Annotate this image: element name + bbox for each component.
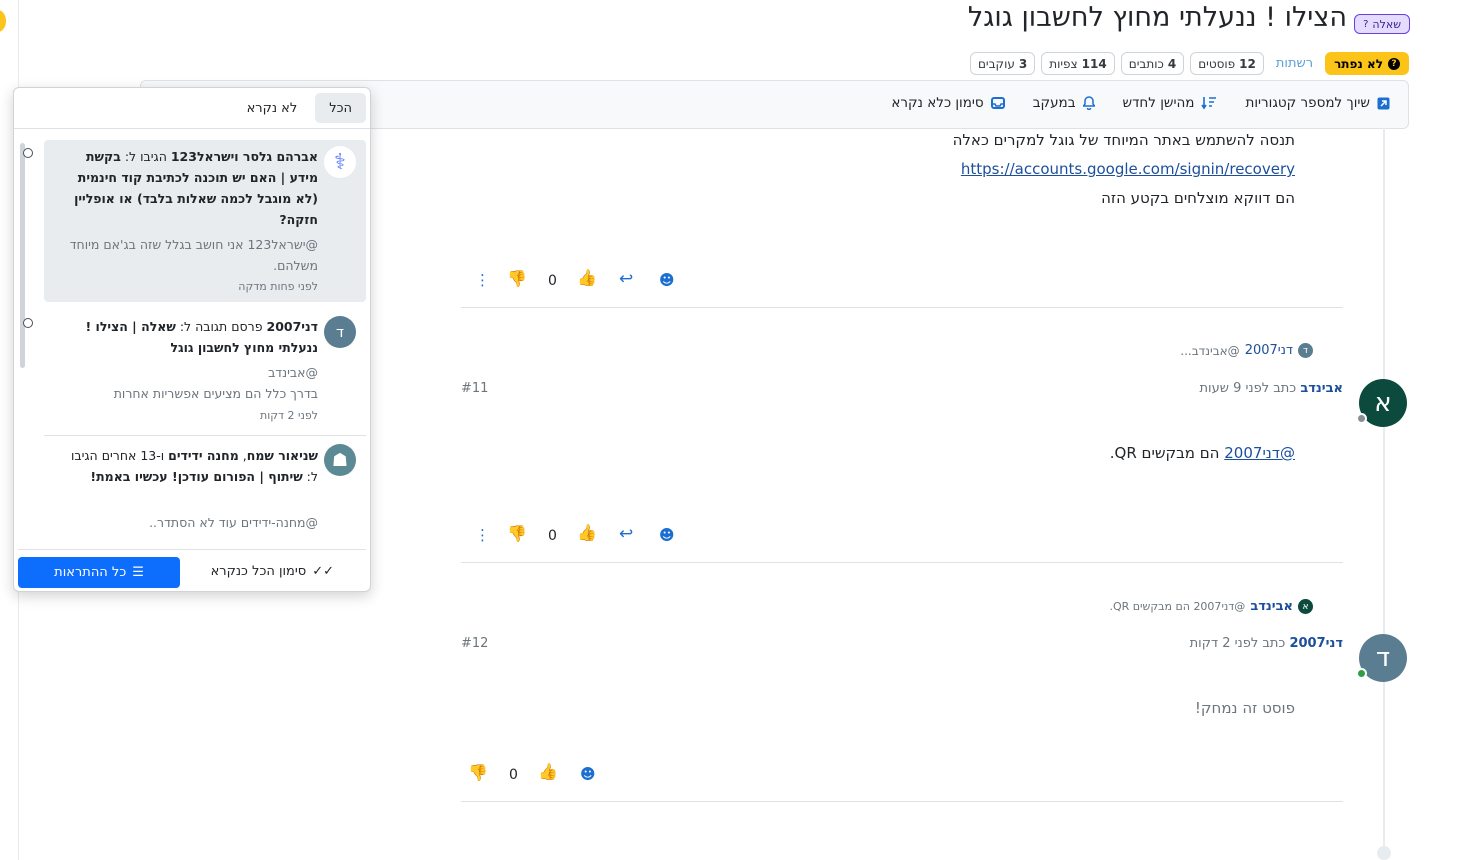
tab-unread[interactable]: לא נקרא bbox=[233, 93, 312, 123]
double-check-icon: ✓✓ bbox=[312, 564, 334, 579]
sort-icon bbox=[1201, 96, 1217, 110]
stat-views: 114 צפיות bbox=[1041, 52, 1115, 75]
mini-avatar: א bbox=[1298, 599, 1313, 614]
post-actions: ⋮ 👎 0 👍 ↩ ☻ bbox=[461, 523, 691, 549]
post-divider bbox=[461, 801, 1343, 802]
question-icon: ? bbox=[1363, 18, 1369, 30]
all-notifications-button[interactable]: ☰ כל ההתראות bbox=[18, 557, 180, 588]
notification-text: שניאור שמח, מחנה ידידים ו-13 אחרים הגיבו… bbox=[70, 448, 318, 484]
post-divider bbox=[461, 562, 1343, 563]
timeline-line bbox=[1383, 128, 1385, 860]
list-icon: ☰ bbox=[132, 565, 144, 580]
post-author[interactable]: דני2007 bbox=[1289, 636, 1343, 651]
recovery-link[interactable]: https://accounts.google.com/signin/recov… bbox=[961, 160, 1295, 178]
tag-link[interactable]: רשתות bbox=[1270, 56, 1319, 71]
reply-ref-author: אבינדב bbox=[1250, 599, 1293, 614]
notification-item[interactable]: ☗ שניאור שמח, מחנה ידידים ו-13 אחרים הגי… bbox=[44, 438, 366, 543]
upvote-icon[interactable]: 👍 bbox=[538, 762, 558, 781]
reply-ref-excerpt: @אבינדב... bbox=[1180, 343, 1240, 358]
notification-excerpt: בדרך כלל הם מציעים אפשריות אחרות bbox=[113, 386, 318, 401]
vote-count: 0 bbox=[509, 767, 518, 783]
tab-all[interactable]: הכל bbox=[315, 93, 366, 123]
notification-item[interactable]: ⚕ אברהם גלסר וישראל123 הגיבו ל: בקשת מיד… bbox=[23, 140, 366, 302]
post-menu-icon[interactable]: ⋮ bbox=[475, 271, 490, 289]
notification-excerpt: @ישראל123 אני חושב בגלל שזה בג'אם מיוחד … bbox=[69, 237, 318, 273]
post-line: הם דווקא מוצלחים בקטע הזה bbox=[1101, 189, 1295, 207]
emoji-icon[interactable]: ☻ bbox=[659, 271, 675, 289]
divider bbox=[18, 549, 366, 550]
post-author-line: דני2007 כתב לפני 2 דקות bbox=[1190, 636, 1343, 651]
post-menu-icon[interactable]: ⋮ bbox=[475, 526, 490, 544]
reply-ref-excerpt: @דני2007 הם מבקשים QR. bbox=[1109, 600, 1246, 613]
avatar: ד bbox=[324, 316, 356, 348]
vote-count: 0 bbox=[548, 273, 557, 289]
inbox-icon bbox=[990, 97, 1005, 109]
question-badge-label: שאלה bbox=[1372, 17, 1401, 31]
emoji-icon[interactable]: ☻ bbox=[659, 526, 675, 544]
notification-time: לפני פחות מדקה bbox=[238, 280, 318, 293]
post-author[interactable]: אבינדב bbox=[1300, 381, 1343, 396]
notification-item[interactable]: ד דני2007 פרסם תגובה ל: שאלה | הצילו ! נ… bbox=[23, 308, 366, 436]
post-meta: כתב לפני 9 שעות bbox=[1199, 381, 1297, 396]
page-title: הצילו ! ננעלתי מחוץ לחשבון גוגל bbox=[967, 2, 1347, 33]
offline-status-dot bbox=[1356, 413, 1367, 424]
notification-tabs: הכל לא נקרא bbox=[233, 93, 366, 123]
notification-excerpt: @אבינדב bbox=[268, 365, 318, 380]
mark-all-read-button[interactable]: ✓✓ סימון הכל כנקרא bbox=[211, 564, 334, 579]
post-author-line: אבינדב כתב לפני 9 שעות bbox=[1199, 381, 1343, 396]
bell-icon bbox=[1082, 96, 1095, 110]
notifications-dropdown: הכל לא נקרא ⚕ אברהם גלסר וישראל123 הגיבו… bbox=[13, 87, 371, 592]
hacker-avatar-icon: ☗ bbox=[324, 444, 356, 476]
unsolved-label: לא נפתר bbox=[1334, 56, 1383, 71]
mini-avatar: ד bbox=[1298, 343, 1313, 358]
scrollbar-thumb[interactable] bbox=[20, 143, 25, 368]
post-body: @דני2007 הם מבקשים QR. bbox=[1109, 444, 1295, 462]
mark-unread-button[interactable]: סימון כלא נקרא bbox=[891, 95, 1005, 111]
topic-stats: ? לא נפתר רשתות 12 פוסטים 4 כותבים 114 צפיו… bbox=[969, 52, 1409, 75]
downvote-icon[interactable]: 👎 bbox=[468, 763, 488, 782]
external-link-icon bbox=[1377, 97, 1390, 110]
downvote-icon[interactable]: 👎 bbox=[507, 524, 527, 543]
reply-icon[interactable]: ↩ bbox=[619, 269, 633, 289]
notification-excerpt: @מחנה-ידידים עוד לא הסתדר.. bbox=[149, 515, 318, 530]
categories-button[interactable]: שיוך למספר קטגוריות bbox=[1245, 95, 1390, 111]
post-body: פוסט זה נמחק! bbox=[1194, 699, 1295, 717]
upvote-icon[interactable]: 👍 bbox=[577, 523, 597, 542]
unsolved-badge[interactable]: ? לא נפתר bbox=[1325, 52, 1409, 75]
emoji-icon[interactable]: ☻ bbox=[580, 765, 596, 783]
upvote-icon[interactable]: 👍 bbox=[577, 268, 597, 287]
online-status-dot bbox=[1356, 668, 1367, 679]
notification-time: לפני 2 דקות bbox=[259, 409, 318, 422]
question-circle-icon: ? bbox=[1388, 57, 1400, 70]
sort-button[interactable]: מהישן לחדש bbox=[1123, 95, 1218, 111]
question-badge[interactable]: שאלה ? bbox=[1354, 14, 1410, 34]
mark-read-radio[interactable] bbox=[23, 318, 33, 328]
reply-icon[interactable]: ↩ bbox=[619, 524, 633, 544]
mark-read-radio[interactable] bbox=[23, 148, 33, 158]
reply-ref-author: דני2007 bbox=[1244, 343, 1293, 358]
post-number[interactable]: #11 bbox=[461, 381, 488, 396]
post-line: תנסה להשתמש באתר המיוחד של גוגל למקרים כ… bbox=[952, 131, 1295, 149]
reply-reference[interactable]: ד דני2007 @אבינדב... bbox=[1180, 343, 1313, 358]
post-actions: ⋮ 👎 0 👍 ↩ ☻ bbox=[461, 268, 691, 294]
stat-posts: 12 פוסטים bbox=[1190, 52, 1264, 75]
timeline-end bbox=[1377, 846, 1391, 860]
vote-count: 0 bbox=[548, 528, 557, 544]
avatar-image-icon: ⚕ bbox=[324, 146, 356, 178]
notification-text: דני2007 פרסם תגובה ל: שאלה | הצילו ! ננע… bbox=[85, 319, 319, 355]
post-divider bbox=[461, 307, 1343, 308]
notification-text: אברהם גלסר וישראל123 הגיבו ל: בקשת מידע … bbox=[74, 149, 318, 227]
watching-button[interactable]: במעקב bbox=[1033, 95, 1095, 111]
stat-writers: 4 כותבים bbox=[1120, 52, 1185, 75]
post-number[interactable]: #12 bbox=[461, 636, 488, 651]
stat-followers: 3 עוקבים bbox=[969, 52, 1036, 75]
mention-link[interactable]: @דני2007 bbox=[1224, 444, 1295, 462]
downvote-icon[interactable]: 👎 bbox=[507, 269, 527, 288]
post-meta: כתב לפני 2 דקות bbox=[1189, 636, 1286, 651]
divider bbox=[14, 128, 370, 129]
reply-reference[interactable]: א אבינדב @דני2007 הם מבקשים QR. bbox=[1109, 599, 1313, 614]
post-actions: 👎 0 👍 ☻ bbox=[461, 762, 621, 788]
